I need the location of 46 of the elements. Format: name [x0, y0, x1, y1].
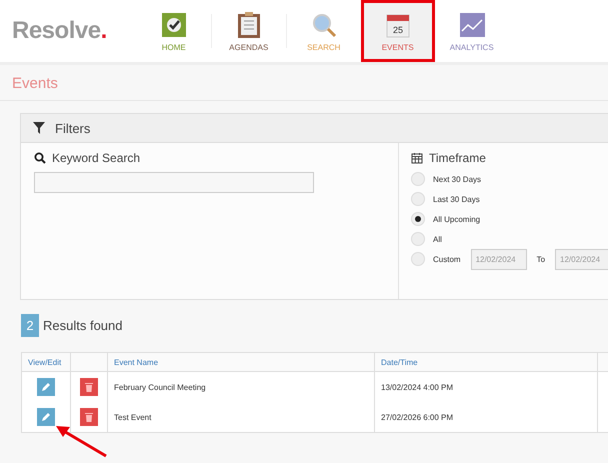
panel-title: Filters	[55, 120, 90, 136]
table-cell: Test Event	[108, 402, 374, 432]
edit-button[interactable]	[37, 378, 55, 396]
date-field[interactable]: 12/02/2024	[555, 248, 608, 270]
calendar-icon	[411, 152, 423, 164]
radio-button[interactable]	[411, 172, 425, 186]
range-label: To	[536, 254, 546, 264]
nav-tab[interactable]: 25 EVENTS	[360, 0, 435, 62]
column-header[interactable]: Event Name	[108, 352, 374, 372]
nav-tab[interactable]: ANALYTICS	[434, 0, 509, 62]
section-label: Timeframe	[429, 151, 486, 165]
delete-button[interactable]	[80, 378, 98, 396]
chart-icon	[458, 10, 486, 38]
table-cell: February Council Meeting	[108, 372, 374, 402]
radio-button[interactable]	[411, 212, 425, 226]
nav-tab[interactable]: SEARCH	[286, 0, 361, 62]
column-header[interactable]: Date/Time	[374, 352, 598, 372]
checkmark-icon	[160, 10, 188, 38]
nav-tab[interactable]: AGENDAS	[212, 0, 286, 62]
field-label: Keyword Search	[52, 151, 140, 165]
option-label: Custom	[433, 254, 461, 264]
search-field[interactable]	[34, 172, 314, 193]
filter-icon	[33, 122, 45, 134]
count-badge: 2	[21, 314, 39, 337]
option-label: Last 30 Days	[433, 194, 480, 204]
search-icon	[34, 152, 46, 164]
option-label: All Upcoming	[433, 214, 480, 224]
column-header[interactable]: View/Edit	[22, 352, 70, 372]
date-field[interactable]: 12/02/2024	[470, 248, 527, 270]
pencil-icon	[41, 382, 51, 392]
nav-tab[interactable]: HOME	[136, 0, 211, 62]
option-label: All	[433, 234, 442, 244]
radio-button[interactable]	[411, 192, 425, 206]
table-cell: 13/02/2024 4:00 PM	[374, 372, 598, 402]
brand-logo: Resolve.	[12, 17, 107, 45]
radio-button[interactable]	[411, 232, 425, 246]
delete-button[interactable]	[80, 408, 98, 426]
option-label: Next 30 Days	[433, 174, 482, 184]
edit-button[interactable]	[37, 408, 55, 426]
pencil-icon	[41, 412, 51, 422]
table-cell: 27/02/2026 6:00 PM	[374, 402, 598, 432]
page-title: Events	[0, 65, 608, 101]
radio-button[interactable]	[411, 252, 425, 266]
results-label: Results found	[43, 318, 122, 333]
trash-icon	[85, 382, 93, 392]
trash-icon	[85, 412, 93, 422]
